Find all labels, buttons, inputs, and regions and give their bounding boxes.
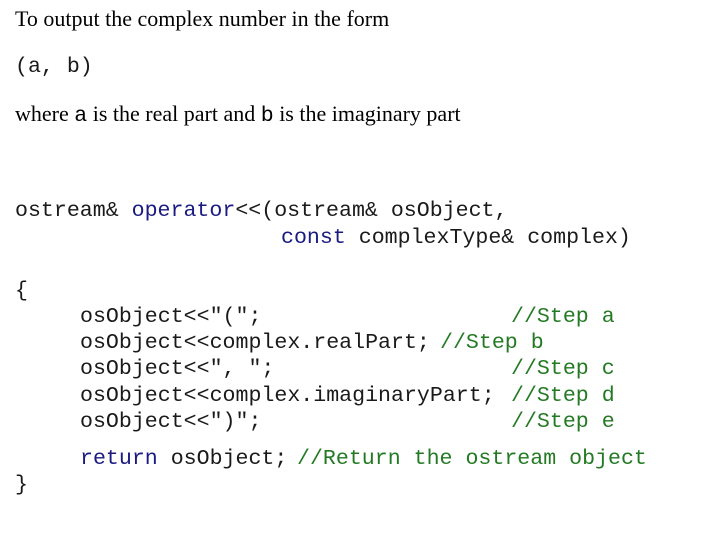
signature-params-2: complexType& complex) bbox=[345, 226, 631, 250]
signature-line-2: const complexType& complex) bbox=[281, 226, 631, 250]
step-comment: //Step c bbox=[511, 357, 615, 381]
where-prefix: where bbox=[15, 101, 75, 126]
open-brace: { bbox=[15, 279, 28, 303]
var-b: b bbox=[260, 104, 274, 128]
step-line: osObject<<complex.imaginaryPart; bbox=[80, 384, 495, 408]
step-line: osObject<<")"; bbox=[80, 410, 262, 434]
return-keyword: return bbox=[80, 447, 158, 471]
return-value: osObject; bbox=[157, 447, 288, 471]
var-a: a bbox=[74, 104, 88, 128]
where-description: where a is the real part and b is the im… bbox=[15, 103, 461, 128]
close-brace: } bbox=[15, 473, 28, 497]
form-example: (a, b) bbox=[15, 55, 93, 79]
operator-keyword: operator bbox=[131, 199, 236, 223]
intro-heading: To output the complex number in the form bbox=[15, 6, 390, 31]
step-comment: //Step a bbox=[511, 305, 615, 329]
step-comment: //Step e bbox=[511, 410, 615, 434]
step-line: osObject<<"("; bbox=[80, 305, 262, 329]
return-line: return osObject; bbox=[80, 447, 288, 471]
step-comment: //Step b bbox=[440, 331, 544, 355]
step-line: osObject<<complex.realPart; bbox=[80, 331, 430, 355]
signature-line-1: ostream& operator<<(ostream& osObject, bbox=[15, 199, 508, 223]
return-comment: //Return the ostream object bbox=[297, 447, 647, 471]
where-suffix: is the imaginary part bbox=[273, 101, 461, 126]
return-type: ostream& bbox=[15, 199, 132, 223]
const-keyword: const bbox=[281, 226, 346, 250]
where-mid: is the real part and bbox=[87, 101, 261, 126]
signature-params-1: <<(ostream& osObject, bbox=[235, 199, 508, 223]
step-comment: //Step d bbox=[511, 384, 615, 408]
step-line: osObject<<", "; bbox=[80, 357, 275, 381]
